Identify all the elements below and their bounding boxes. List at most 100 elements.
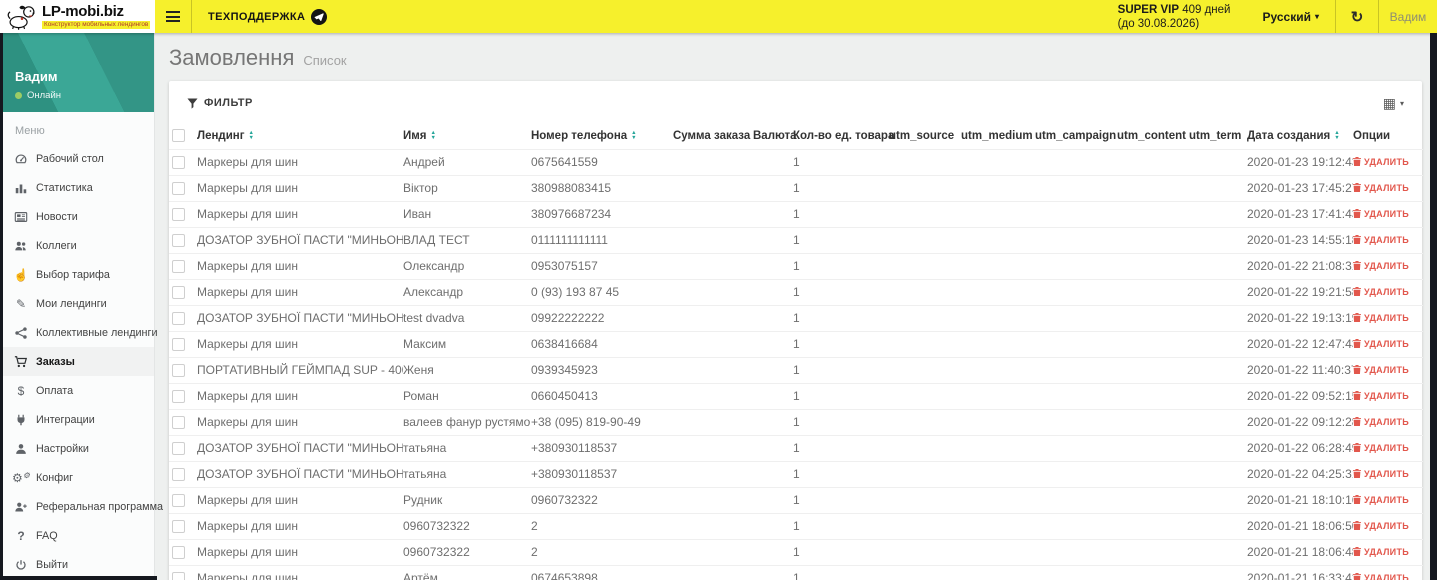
row-checkbox[interactable]	[172, 468, 185, 482]
cell-phone: 09922222222	[531, 304, 673, 331]
sidebar-item-my-landings[interactable]: ✎ Мои лендинги	[0, 289, 154, 318]
scrollbar-track[interactable]	[1430, 33, 1437, 580]
trash-icon	[1353, 183, 1361, 192]
row-checkbox[interactable]	[172, 364, 185, 378]
delete-button[interactable]: УДАЛИТЬ	[1353, 339, 1409, 349]
row-select-cell	[169, 356, 197, 383]
sidebar-item-colleagues[interactable]: Коллеги	[0, 231, 154, 260]
select-all-checkbox[interactable]	[172, 129, 185, 143]
sidebar-item-dashboard[interactable]: Рабочий стол	[0, 144, 154, 173]
sidebar-item-collective[interactable]: Коллективные лендинги	[0, 318, 158, 347]
row-checkbox[interactable]	[172, 156, 185, 170]
cell-order_sum	[673, 382, 753, 409]
brand-logo[interactable]: LP-mobi.biz Конструктор мобильных лендин…	[0, 0, 155, 33]
table-row: ДОЗАТОР ЗУБНОЇ ПАСТИ "МИНЬОН" ВЛАД ТЕСТ 01…	[169, 226, 1423, 253]
row-checkbox[interactable]	[172, 312, 185, 326]
sidebar-item-tariff[interactable]: ☝ Выбор тарифа	[0, 260, 154, 289]
trash-icon	[1353, 261, 1361, 270]
column-visibility-button[interactable]: ▦ ▾	[1383, 96, 1404, 110]
cell-phone: 2	[531, 512, 673, 539]
sidebar-toggle-button[interactable]	[155, 0, 191, 33]
row-checkbox[interactable]	[172, 494, 185, 508]
row-select-cell	[169, 460, 197, 487]
delete-button[interactable]: УДАЛИТЬ	[1353, 443, 1409, 453]
row-checkbox[interactable]	[172, 208, 185, 222]
table-grid-icon: ▦	[1382, 95, 1396, 111]
trash-icon	[1353, 313, 1361, 322]
row-checkbox[interactable]	[172, 338, 185, 352]
user-menu[interactable]: Вадим	[1379, 0, 1437, 33]
cell-quantity: 1	[793, 356, 889, 383]
delete-button[interactable]: УДАЛИТЬ	[1353, 287, 1409, 297]
row-checkbox[interactable]	[172, 416, 185, 430]
cogs-icon: ⚙⚙	[12, 470, 30, 485]
sidebar-item-integrations[interactable]: Интеграции	[0, 405, 154, 434]
filter-button[interactable]: ФИЛЬТР	[187, 97, 253, 109]
window-edge-bottom	[0, 576, 157, 580]
cell-phone: 0675641559	[531, 148, 673, 175]
delete-button[interactable]: УДАЛИТЬ	[1353, 573, 1409, 580]
cell-landing: ПОРТАТИВНЫЙ ГЕЙМПАД SUP - 400 ИГР В 1	[197, 356, 403, 383]
column-header[interactable]: Дата создания ▲ ▼	[1247, 123, 1353, 149]
row-select-cell	[169, 564, 197, 580]
cell-utm_campaign	[1035, 304, 1117, 331]
cell-currency	[753, 278, 793, 305]
delete-button[interactable]: УДАЛИТЬ	[1353, 157, 1409, 167]
delete-button[interactable]: УДАЛИТЬ	[1353, 261, 1409, 271]
row-checkbox[interactable]	[172, 286, 185, 300]
delete-button[interactable]: УДАЛИТЬ	[1353, 313, 1409, 323]
filter-label: ФИЛЬТР	[204, 97, 253, 109]
row-checkbox[interactable]	[172, 390, 185, 404]
delete-button[interactable]: УДАЛИТЬ	[1353, 417, 1409, 427]
row-checkbox[interactable]	[172, 546, 185, 560]
sidebar-item-referral[interactable]: Реферальная программа	[0, 492, 163, 521]
row-select-cell	[169, 330, 197, 357]
cell-order_sum	[673, 252, 753, 279]
question-icon: ?	[17, 528, 25, 543]
sidebar-item-label: Коллективные лендинги	[36, 326, 158, 339]
cell-name: Олександр	[403, 252, 531, 279]
refresh-button[interactable]: ↻	[1336, 0, 1378, 33]
delete-button[interactable]: УДАЛИТЬ	[1353, 391, 1409, 401]
sidebar-item-stats[interactable]: Статистика	[0, 173, 154, 202]
row-checkbox[interactable]	[172, 182, 185, 196]
cell-utm_campaign	[1035, 382, 1117, 409]
column-header: Валюта	[753, 129, 797, 142]
support-button[interactable]: ТЕХПОДДЕРЖКА	[192, 0, 343, 33]
delete-button[interactable]: УДАЛИТЬ	[1353, 235, 1409, 245]
sidebar-item-orders[interactable]: Заказы	[0, 347, 154, 376]
delete-button[interactable]: УДАЛИТЬ	[1353, 365, 1409, 375]
cell-landing: ДОЗАТОР ЗУБНОЇ ПАСТИ "МИНЬОН"	[197, 304, 403, 331]
row-checkbox[interactable]	[172, 442, 185, 456]
cell-utm_source	[889, 356, 961, 383]
column-header[interactable]: Номер телефона ▲ ▼	[531, 123, 673, 149]
sidebar-item-logout[interactable]: Выйти	[0, 550, 154, 579]
cell-utm_source	[889, 330, 961, 357]
column-header[interactable]: Имя ▲ ▼	[403, 123, 531, 149]
row-checkbox[interactable]	[172, 234, 185, 248]
row-select-cell	[169, 538, 197, 565]
row-checkbox[interactable]	[172, 260, 185, 274]
delete-button[interactable]: УДАЛИТЬ	[1353, 183, 1409, 193]
sidebar-item-news[interactable]: Новости	[0, 202, 154, 231]
row-checkbox[interactable]	[172, 572, 185, 580]
cell-name: 0960732322	[403, 538, 531, 565]
cell-utm_content	[1117, 252, 1189, 279]
column-header[interactable]: Лендинг ▲ ▼	[197, 123, 403, 149]
sidebar-item-label: Настройки	[36, 442, 89, 455]
profile-panel: Вадим Онлайн	[0, 33, 154, 112]
row-checkbox[interactable]	[172, 520, 185, 534]
delete-button[interactable]: УДАЛИТЬ	[1353, 521, 1409, 531]
delete-button[interactable]: УДАЛИТЬ	[1353, 469, 1409, 479]
delete-button[interactable]: УДАЛИТЬ	[1353, 209, 1409, 219]
delete-button[interactable]: УДАЛИТЬ	[1353, 547, 1409, 557]
cell-utm_term	[1189, 408, 1247, 435]
cell-utm_content	[1117, 460, 1189, 487]
sidebar-item-faq[interactable]: ? FAQ	[0, 521, 154, 550]
sidebar-item-config[interactable]: ⚙⚙ Конфиг	[0, 463, 154, 492]
language-selector[interactable]: Русский ▾	[1246, 0, 1335, 33]
sidebar-item-settings[interactable]: Настройки	[0, 434, 154, 463]
delete-button[interactable]: УДАЛИТЬ	[1353, 495, 1409, 505]
cell-utm_content	[1117, 512, 1189, 539]
sidebar-item-payment[interactable]: $ Оплата	[0, 376, 154, 405]
